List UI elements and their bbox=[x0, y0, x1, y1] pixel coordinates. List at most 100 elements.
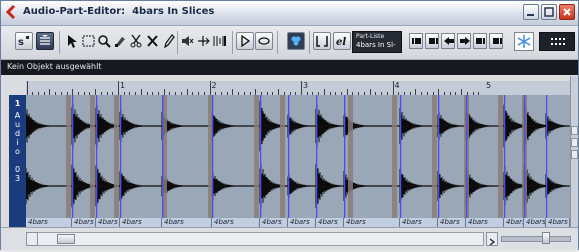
snap-button[interactable] bbox=[514, 32, 534, 51]
part-navigation-group bbox=[409, 33, 507, 49]
slice-gap bbox=[348, 95, 353, 218]
track-name-letter: d bbox=[14, 129, 21, 138]
slice-marker[interactable] bbox=[96, 95, 98, 218]
ruler-bar-number: 4 bbox=[394, 81, 400, 90]
next-part-icon bbox=[476, 38, 485, 44]
svg-text:el: el bbox=[336, 37, 346, 48]
scroll-right-button[interactable] bbox=[486, 232, 498, 246]
slice-event[interactable] bbox=[212, 95, 258, 218]
close-button[interactable] bbox=[559, 4, 575, 20]
waveform-display bbox=[26, 95, 570, 218]
event-label: 4bars bbox=[316, 218, 344, 227]
event-label: 4bars bbox=[162, 218, 212, 227]
scissors-icon[interactable] bbox=[129, 33, 144, 49]
track-name-letter: 0 bbox=[14, 165, 21, 174]
slice-marker[interactable] bbox=[162, 95, 164, 218]
vertical-zoom-up-button[interactable] bbox=[571, 126, 578, 135]
show-part-borders-icon bbox=[316, 36, 328, 47]
maximize-button[interactable] bbox=[541, 4, 557, 20]
edit-active-part-button[interactable]: el bbox=[333, 32, 351, 50]
horizontal-scroll-thumb[interactable] bbox=[57, 234, 75, 244]
slice-marker[interactable] bbox=[212, 95, 214, 218]
event-label: 4bars bbox=[466, 218, 504, 227]
last-part-button[interactable] bbox=[489, 33, 503, 49]
edit-active-part-icon: el bbox=[336, 37, 346, 48]
slice-gap bbox=[114, 95, 119, 218]
event-label: 4bars bbox=[524, 218, 546, 227]
slice-event[interactable] bbox=[26, 95, 72, 218]
slice-marker[interactable] bbox=[288, 95, 290, 218]
grid-type-button[interactable] bbox=[539, 32, 575, 51]
right-locator-button[interactable] bbox=[457, 33, 471, 49]
ruler-tick bbox=[392, 81, 394, 95]
glue-icon[interactable] bbox=[113, 33, 128, 49]
minimize-button[interactable] bbox=[523, 4, 539, 20]
solo-editor-icon: s bbox=[18, 36, 29, 48]
slice-marker[interactable] bbox=[260, 95, 262, 218]
time-warp-icon[interactable] bbox=[212, 33, 227, 49]
loop-icon bbox=[258, 37, 270, 45]
part-list-selector[interactable]: Part-Liste 4bars In Sl- bbox=[352, 31, 402, 53]
ruler-bar-number: 5 bbox=[486, 81, 492, 90]
slice-marker[interactable] bbox=[344, 95, 346, 218]
slice-gap bbox=[498, 95, 503, 218]
next-part-button[interactable] bbox=[473, 33, 487, 49]
window-title: Audio-Part-Editor: 4bars In Slices bbox=[23, 6, 215, 17]
slice-event[interactable] bbox=[436, 95, 466, 218]
audio-event-area[interactable]: 4bars 4bars 4bars 4bars 4bars 4bars 4bars 4bars… bbox=[26, 95, 570, 227]
erase-icon[interactable] bbox=[145, 33, 160, 49]
show-part-borders-button[interactable] bbox=[313, 32, 331, 50]
mute-icon[interactable] bbox=[180, 33, 195, 49]
horizontal-zoom-thumb[interactable] bbox=[542, 232, 550, 244]
slice-marker[interactable] bbox=[120, 95, 122, 218]
event-label: 4bars bbox=[438, 218, 466, 227]
title-bar[interactable]: Audio-Part-Editor: 4bars In Slices bbox=[1, 1, 578, 26]
left-locator-button[interactable] bbox=[441, 33, 455, 49]
solo-editor-button[interactable]: s bbox=[15, 32, 33, 50]
horizontal-zoom-slider[interactable] bbox=[501, 232, 571, 244]
slice-marker[interactable] bbox=[466, 95, 468, 218]
horizontal-scrollbar[interactable] bbox=[26, 232, 484, 246]
vertical-zoom-down-button[interactable] bbox=[571, 150, 578, 159]
slice-event[interactable] bbox=[162, 95, 212, 218]
event-label: 4bars bbox=[400, 218, 438, 227]
play-button[interactable] bbox=[236, 32, 254, 50]
slice-event[interactable] bbox=[286, 95, 316, 218]
slice-marker[interactable] bbox=[72, 95, 74, 218]
object-select-icon[interactable] bbox=[65, 33, 80, 49]
part-list-value: 4bars In Sl- bbox=[356, 41, 396, 49]
ruler-bar-number: 2 bbox=[211, 81, 217, 90]
event-label: 4bars bbox=[120, 218, 162, 227]
snap-icon bbox=[517, 35, 531, 48]
chevron-right-icon bbox=[489, 238, 496, 246]
slice-marker[interactable] bbox=[546, 95, 548, 218]
part-list-label: Part-Liste bbox=[356, 33, 385, 40]
first-part-button[interactable] bbox=[409, 33, 423, 49]
loop-button[interactable] bbox=[255, 32, 273, 50]
scroll-left-button[interactable] bbox=[26, 232, 38, 246]
slice-marker[interactable] bbox=[438, 95, 440, 218]
slice-marker[interactable] bbox=[504, 95, 506, 218]
event-label: 4bars bbox=[288, 218, 316, 227]
scrub-icon[interactable] bbox=[196, 33, 211, 49]
zoom-icon[interactable] bbox=[97, 33, 112, 49]
slice-marker[interactable] bbox=[316, 95, 318, 218]
event-label: 4bars bbox=[96, 218, 120, 227]
range-select-icon[interactable] bbox=[81, 33, 96, 49]
autoscroll-button[interactable] bbox=[36, 32, 54, 50]
vertical-zoom-middle-button[interactable] bbox=[571, 138, 578, 147]
info-line-text: Kein Objekt ausgewählt bbox=[7, 62, 102, 71]
color-button[interactable] bbox=[287, 32, 305, 50]
horizontal-scroll-area bbox=[1, 227, 578, 250]
event-label: 4bars bbox=[260, 218, 288, 227]
event-label: 4bars bbox=[546, 218, 570, 227]
time-ruler[interactable]: 1 2 3 4 5 bbox=[26, 81, 570, 96]
draw-icon[interactable] bbox=[161, 33, 176, 49]
ruler-tick bbox=[301, 81, 302, 95]
slice-event[interactable] bbox=[120, 95, 162, 218]
slice-marker[interactable] bbox=[524, 95, 526, 218]
previous-part-button[interactable] bbox=[425, 33, 439, 49]
slice-event[interactable] bbox=[466, 95, 502, 218]
track-name-letter: A bbox=[14, 111, 21, 120]
slice-marker[interactable] bbox=[400, 95, 402, 218]
